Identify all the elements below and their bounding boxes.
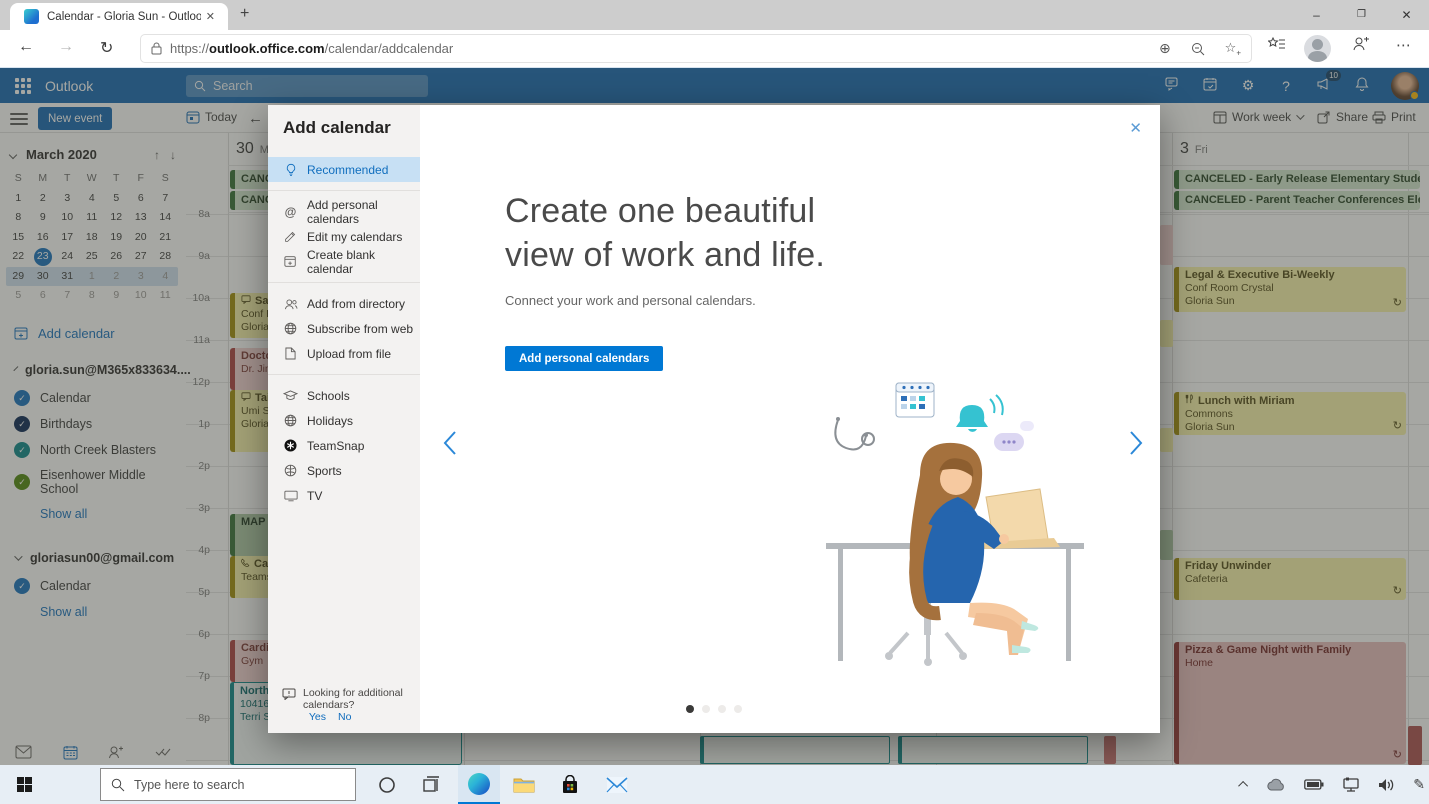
microsoft-store-icon[interactable] (549, 765, 591, 804)
browser-profile-avatar[interactable] (1304, 35, 1331, 62)
menu-item-label: TeamSnap (307, 439, 364, 453)
task-view-icon[interactable] (410, 765, 452, 804)
dialog-menu: Recommended @ Add personal calendars Edit m… (268, 157, 420, 508)
globe-icon (283, 414, 298, 427)
edit-icon (283, 230, 298, 243)
sports-icon (283, 464, 298, 477)
carousel-prev-icon[interactable] (440, 428, 460, 458)
carousel-dot[interactable] (718, 705, 726, 713)
forward-icon[interactable]: → (58, 38, 74, 56)
menu-item-label: Add personal calendars (307, 198, 420, 226)
menu-divider (268, 282, 420, 283)
add-personal-calendars-button[interactable]: Add personal calendars (505, 346, 663, 371)
window-close-button[interactable]: ✕ (1384, 0, 1429, 29)
menu-item-label: Subscribe from web (307, 322, 413, 336)
zoom-out-search-icon[interactable] (1191, 42, 1205, 56)
browser-menu-icon[interactable]: ⋯ (1396, 36, 1412, 54)
mail-icon[interactable] (596, 765, 638, 804)
menu-item-create-blank-calendar[interactable]: Create blank calendar (268, 249, 420, 274)
menu-divider (268, 190, 420, 191)
tv-icon (283, 490, 298, 502)
menu-divider (268, 374, 420, 375)
calplus-icon (283, 255, 298, 268)
url-text: https://outlook.office.com/calendar/addc… (170, 41, 453, 56)
menu-item-subscribe-from-web[interactable]: Subscribe from web (268, 316, 420, 341)
window-minimize-button[interactable]: – (1294, 0, 1339, 29)
carousel-next-icon[interactable] (1126, 428, 1146, 458)
browser-tab-bar: Calendar - Gloria Sun - Outlook ✕ + – ❐ … (0, 0, 1429, 30)
taskbar-search-icon (111, 778, 125, 792)
taskbar-search[interactable] (100, 768, 356, 801)
start-button[interactable] (0, 777, 48, 792)
dialog-subtext: Connect your work and personal calendars… (505, 293, 756, 308)
menu-item-schools[interactable]: Schools (268, 383, 420, 408)
carousel-dot[interactable] (702, 705, 710, 713)
windows-taskbar: ✎ (0, 765, 1429, 804)
menu-item-label: Schools (307, 389, 350, 403)
tab-close-icon[interactable]: ✕ (201, 8, 220, 25)
back-icon[interactable]: ← (18, 38, 34, 56)
at-icon: @ (283, 205, 298, 219)
browser-tab[interactable]: Calendar - Gloria Sun - Outlook ✕ (10, 3, 228, 30)
carousel-dots (268, 705, 1160, 713)
menu-item-label: Sports (307, 464, 342, 478)
tray-expand-icon[interactable] (1238, 781, 1248, 791)
add-favorite-icon[interactable]: ☆+ (1225, 40, 1241, 58)
tab-title: Calendar - Gloria Sun - Outlook (47, 11, 201, 23)
teamsnap-icon (283, 439, 298, 452)
battery-icon[interactable] (1304, 779, 1324, 790)
lock-icon (151, 42, 162, 55)
menu-item-tv[interactable]: TV (268, 483, 420, 508)
onedrive-cloud-icon[interactable] (1266, 778, 1286, 791)
menu-item-holidays[interactable]: Holidays (268, 408, 420, 433)
add-calendar-dialog: Add calendar Recommended @ Add personal ca… (268, 105, 1160, 733)
refresh-icon[interactable]: ↻ (100, 38, 113, 58)
menu-item-sports[interactable]: Sports (268, 458, 420, 483)
taskbar-search-input[interactable] (134, 778, 324, 792)
lightbulb-icon (283, 163, 298, 177)
volume-icon[interactable] (1378, 778, 1395, 792)
cortana-icon[interactable] (366, 765, 408, 804)
taskbar-edge-icon[interactable] (458, 765, 500, 804)
menu-item-add-personal-calendars[interactable]: @ Add personal calendars (268, 199, 420, 224)
zoom-in-icon[interactable]: ⊕ (1159, 40, 1171, 57)
illustration-woman-at-desk (808, 375, 1108, 675)
dialog-heading: Create one beautiful view of work and li… (505, 189, 825, 277)
feedback-icon[interactable] (1352, 36, 1370, 52)
menu-item-label: Edit my calendars (307, 230, 402, 244)
network-display-icon[interactable] (1342, 777, 1360, 792)
feedback-bubble-icon (282, 688, 296, 700)
url-field[interactable]: https://outlook.office.com/calendar/addc… (140, 34, 1252, 63)
menu-item-upload-from-file[interactable]: Upload from file (268, 341, 420, 366)
menu-item-label: TV (307, 489, 322, 503)
menu-item-teamsnap[interactable]: TeamSnap (268, 433, 420, 458)
menu-item-label: Upload from file (307, 347, 391, 361)
file-icon (283, 347, 298, 360)
dialog-close-icon[interactable]: ✕ (1129, 119, 1142, 137)
screen: Calendar - Gloria Sun - Outlook ✕ + – ❐ … (0, 0, 1429, 804)
carousel-dot[interactable] (686, 705, 694, 713)
school-icon (283, 390, 298, 401)
menu-item-edit-my-calendars[interactable]: Edit my calendars (268, 224, 420, 249)
pen-icon[interactable]: ✎ (1413, 776, 1425, 793)
menu-item-label: Recommended (307, 163, 388, 177)
menu-item-add-from-directory[interactable]: Add from directory (268, 291, 420, 316)
people-icon (283, 298, 298, 310)
file-explorer-icon[interactable] (503, 765, 545, 804)
window-maximize-button[interactable]: ❐ (1339, 0, 1384, 29)
favorites-bar-icon[interactable] (1268, 36, 1286, 52)
edge-favicon (24, 9, 39, 24)
menu-item-label: Holidays (307, 414, 353, 428)
globe-icon (283, 322, 298, 335)
carousel-dot[interactable] (734, 705, 742, 713)
outlook-page: Outlook ⚙ ? 10 New event Today (0, 68, 1429, 765)
dialog-title: Add calendar (283, 118, 391, 138)
menu-item-label: Add from directory (307, 297, 405, 311)
menu-item-label: Create blank calendar (307, 248, 420, 276)
menu-item-recommended[interactable]: Recommended (268, 157, 420, 182)
new-tab-button[interactable]: + (240, 5, 249, 23)
